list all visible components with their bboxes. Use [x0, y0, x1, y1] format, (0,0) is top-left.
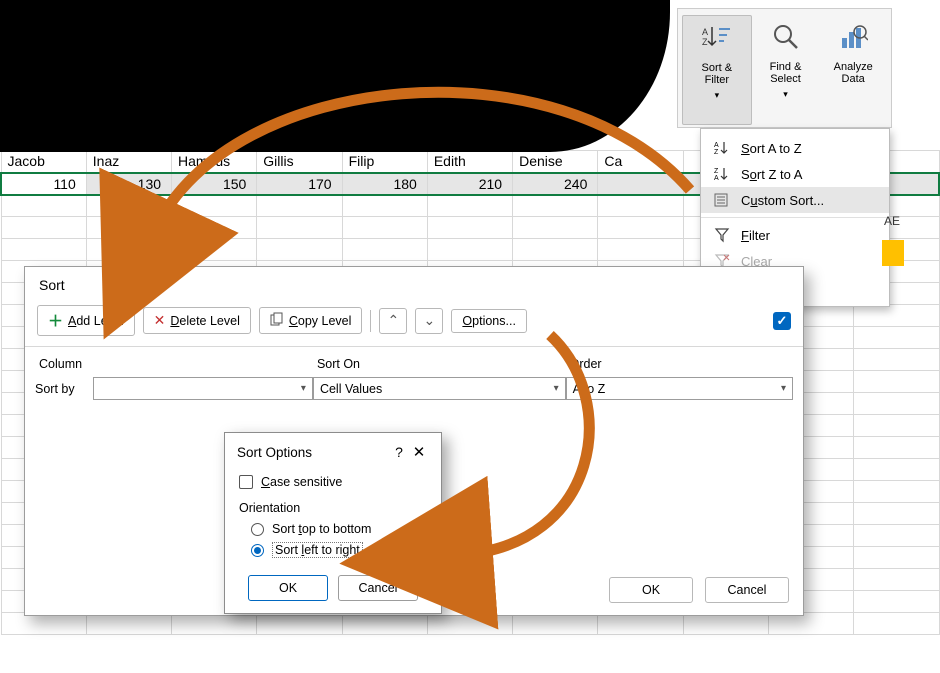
cell-selected[interactable]: 130: [86, 173, 171, 195]
sort-za-icon: ZA: [713, 166, 731, 182]
ribbon-cutaway: [0, 0, 670, 152]
analyze-data-label: Analyze Data: [834, 61, 873, 85]
cell-header[interactable]: Gillis: [257, 151, 342, 173]
find-select-label: Find & Select: [770, 61, 802, 85]
column-header-sorton: Sort On: [313, 353, 566, 375]
headers-checkbox[interactable]: [773, 312, 791, 330]
menu-filter[interactable]: Filter: [701, 222, 889, 248]
menu-sort-za[interactable]: ZA Sort Z to A: [701, 161, 889, 187]
close-button[interactable]: ✕: [409, 443, 429, 461]
column-header-column: Column: [35, 353, 313, 375]
cell-selected[interactable]: 240: [513, 173, 598, 195]
cell-selected[interactable]: 110: [1, 173, 86, 195]
options-cancel-button[interactable]: Cancel: [338, 575, 418, 601]
move-up-button[interactable]: ⌃: [379, 308, 407, 334]
filter-icon: [713, 227, 731, 243]
svg-text:Z: Z: [714, 149, 719, 156]
add-level-button[interactable]: ＋ Add Level: [37, 305, 135, 336]
cell-selected[interactable]: [598, 173, 683, 195]
cell-selected[interactable]: 150: [172, 173, 257, 195]
checkbox-icon: [239, 475, 253, 489]
delete-level-button[interactable]: ✕ Delete Level: [143, 307, 251, 334]
order-combo[interactable]: A to Z▾: [566, 377, 793, 400]
copy-icon: [270, 312, 284, 329]
svg-text:Z: Z: [702, 37, 708, 47]
find-select-button[interactable]: Find & Select ▾: [752, 15, 820, 125]
radio-icon-selected: [251, 544, 264, 557]
chevron-down-icon: ⌄: [424, 312, 436, 329]
cell-selected[interactable]: 180: [342, 173, 427, 195]
cell-selected[interactable]: 210: [427, 173, 512, 195]
sort-options-dialog: Sort Options ? ✕ Case sensitive Orientat…: [224, 432, 442, 614]
radio-icon: [251, 523, 264, 536]
sort-on-combo[interactable]: Cell Values▾: [313, 377, 566, 400]
svg-text:A: A: [714, 175, 719, 182]
svg-text:A: A: [702, 27, 708, 37]
custom-sort-icon: [713, 192, 731, 208]
sheet-tab-label: AE: [884, 214, 900, 228]
x-icon: ✕: [154, 312, 166, 329]
sort-options-title: Sort Options: [237, 445, 389, 460]
orientation-group-label: Orientation: [237, 497, 429, 519]
sheet-tab[interactable]: [882, 240, 904, 266]
sort-by-combo[interactable]: ▾: [93, 377, 313, 400]
orientation-top-bottom[interactable]: Sort top to bottom: [237, 519, 429, 539]
sort-ok-button[interactable]: OK: [609, 577, 693, 603]
case-sensitive-checkbox[interactable]: Case sensitive: [237, 471, 429, 497]
plus-icon: ＋: [48, 310, 63, 331]
sort-filter-label: Sort & Filter: [702, 62, 733, 86]
move-down-button[interactable]: ⌄: [415, 308, 443, 334]
orientation-left-right[interactable]: Sort left to right: [237, 539, 429, 561]
sort-filter-button[interactable]: AZ Sort & Filter ▾: [682, 15, 752, 125]
sort-options-button[interactable]: Options...: [451, 309, 527, 333]
cell-header[interactable]: Ca: [598, 151, 683, 173]
cell-header[interactable]: Hampus: [172, 151, 257, 173]
sort-dialog-title: Sort: [25, 267, 803, 301]
copy-level-button[interactable]: Copy Level: [259, 307, 363, 334]
analyze-data-icon: [838, 17, 868, 57]
sort-filter-icon: AZ: [702, 18, 732, 58]
column-header-order: Order: [566, 353, 793, 375]
menu-custom-sort[interactable]: Custom Sort...: [701, 187, 889, 213]
cell-header[interactable]: Filip: [342, 151, 427, 173]
svg-text:Z: Z: [714, 168, 719, 175]
find-select-icon: [771, 17, 801, 57]
ribbon-group: AZ Sort & Filter ▾ Find & Select ▾ Analy…: [677, 8, 892, 128]
cell-header[interactable]: Inaz: [86, 151, 171, 173]
sort-az-icon: AZ: [713, 140, 731, 156]
sort-by-label: Sort by: [35, 382, 85, 396]
cell-header[interactable]: Jacob: [1, 151, 86, 173]
menu-sort-az[interactable]: AZ Sort A to Z: [701, 135, 889, 161]
cell-header[interactable]: Denise: [513, 151, 598, 173]
help-button[interactable]: ?: [389, 444, 409, 460]
options-ok-button[interactable]: OK: [248, 575, 328, 601]
cell-selected[interactable]: 170: [257, 173, 342, 195]
analyze-data-button[interactable]: Analyze Data: [819, 15, 887, 125]
svg-text:A: A: [714, 142, 719, 149]
sort-cancel-button[interactable]: Cancel: [705, 577, 789, 603]
cell-header[interactable]: Edith: [427, 151, 512, 173]
chevron-up-icon: ⌃: [388, 312, 400, 329]
